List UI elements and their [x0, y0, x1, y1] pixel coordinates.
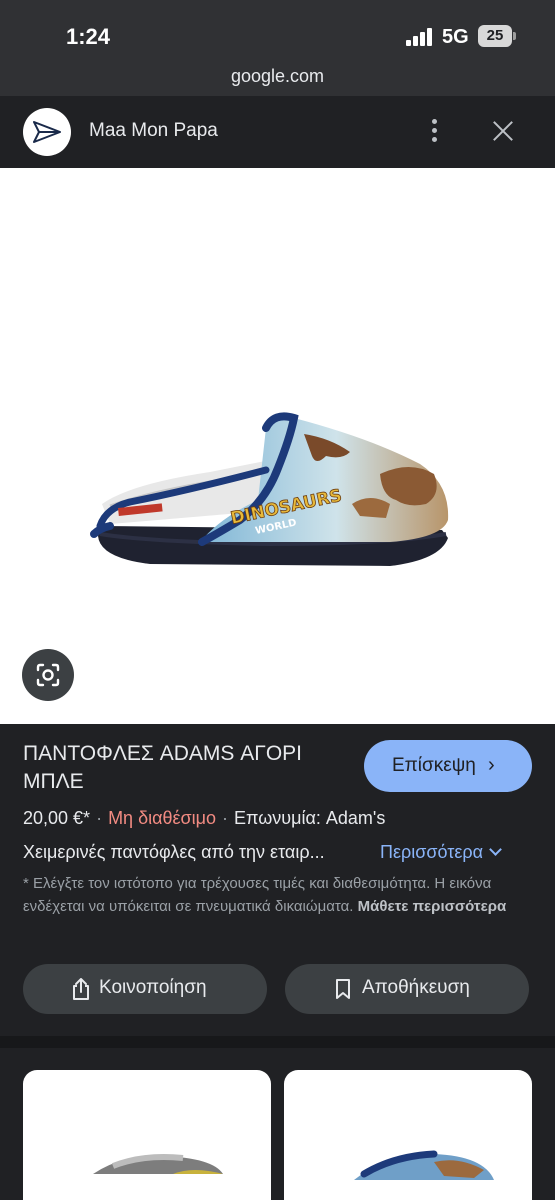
more-link[interactable]: Περισσότερα — [380, 842, 502, 863]
share-icon — [73, 978, 89, 1000]
disclaimer: * Ελέγξτε τον ιστότοπο για τρέχουσες τιμ… — [23, 872, 533, 918]
save-button[interactable]: Αποθήκευση — [285, 964, 529, 1014]
save-label: Αποθήκευση — [362, 977, 470, 998]
product-details: ΠΑΝΤΟΦΛΕΣ ADAMS ΑΓΟΡΙ ΜΠΛΕ Επίσκεψη › 20… — [0, 724, 555, 1036]
more-vert-icon[interactable] — [424, 116, 446, 146]
product-description: Χειμερινές παντόφλες από την εταιρ... — [23, 842, 325, 862]
site-logo[interactable] — [23, 108, 71, 156]
related-product-image — [93, 1154, 223, 1174]
close-icon[interactable] — [488, 116, 518, 146]
status-bar: 1:24 5G 25 — [0, 0, 555, 62]
visit-label: Επίσκεψη — [392, 755, 476, 776]
battery-level: 25 — [478, 25, 512, 47]
related-result-card[interactable] — [284, 1070, 532, 1200]
learn-more-link[interactable]: Μάθετε περισσότερα — [358, 898, 507, 915]
product-meta: 20,00 €* · Μη διαθέσιμο · Επωνυμία: Adam's — [23, 808, 385, 829]
paper-plane-logo-icon — [33, 121, 61, 143]
related-results — [0, 1048, 555, 1200]
site-name[interactable]: Maa Mon Papa — [89, 120, 218, 142]
brand: Επωνυμία: Adam's — [234, 808, 386, 828]
chevron-down-icon — [489, 843, 502, 856]
status-time: 1:24 — [66, 24, 111, 49]
separator-dot: · — [222, 808, 229, 828]
url-bar[interactable]: google.com — [0, 62, 555, 96]
visit-button[interactable]: Επίσκεψη › — [364, 740, 532, 792]
share-button[interactable]: Κοινοποίηση — [23, 964, 267, 1014]
share-label: Κοινοποίηση — [99, 977, 207, 998]
network-type: 5G — [442, 26, 469, 48]
separator-dot: · — [96, 808, 103, 828]
related-product-image — [354, 1150, 494, 1180]
product-title: ΠΑΝΤΟΦΛΕΣ ADAMS ΑΓΟΡΙ ΜΠΛΕ — [23, 742, 302, 793]
battery-icon: 25 — [478, 25, 516, 47]
lens-search-button[interactable] — [22, 649, 74, 701]
product-image-area[interactable]: DINOSAURS WORLD — [0, 168, 555, 724]
availability-status: Μη διαθέσιμο — [108, 808, 217, 828]
app-header: Maa Mon Papa — [0, 96, 555, 168]
bookmark-icon — [336, 979, 350, 999]
lens-icon — [36, 663, 60, 687]
section-divider — [0, 1036, 555, 1048]
signal-icon — [406, 28, 434, 46]
price: 20,00 €* — [23, 808, 91, 828]
more-label: Περισσότερα — [380, 842, 484, 862]
related-result-card[interactable] — [23, 1070, 271, 1200]
chevron-right-icon: › — [488, 754, 495, 776]
product-image: DINOSAURS WORLD — [90, 412, 449, 566]
